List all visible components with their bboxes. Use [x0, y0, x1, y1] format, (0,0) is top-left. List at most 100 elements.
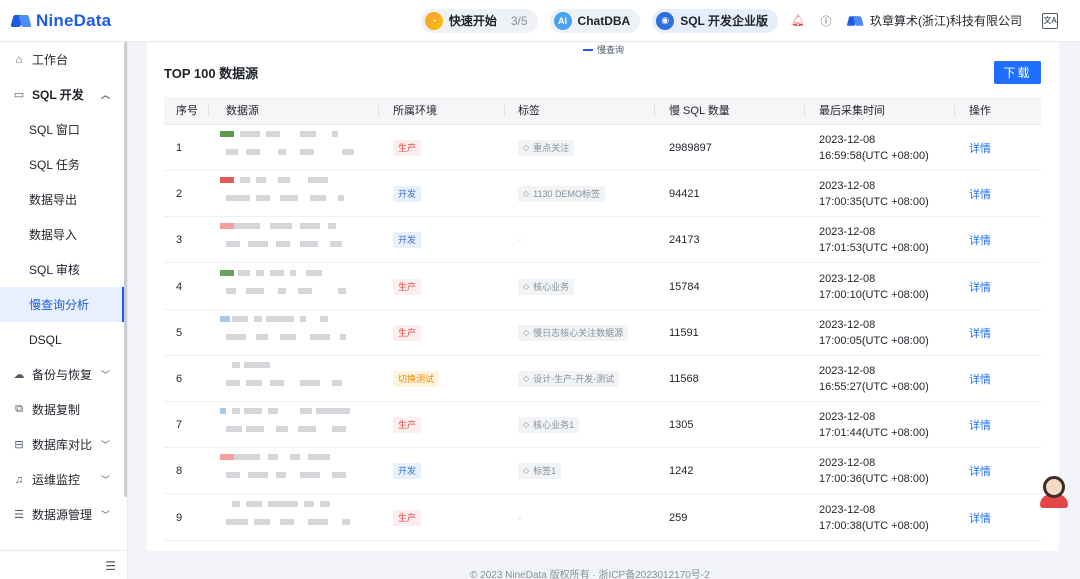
tag-icon: ◇	[523, 281, 530, 291]
collapse-menu-icon[interactable]: ☰	[105, 559, 116, 573]
sidebar-item-db-compare[interactable]: ⊟ 数据库对比 ﹀	[0, 427, 124, 462]
sidebar-item-label: DSQL	[29, 332, 62, 347]
copy-icon: ⧉	[15, 403, 23, 415]
tag-text: 核心业务	[533, 281, 570, 292]
collect-date: 2023-12-08	[819, 318, 876, 331]
ninedata-logo-icon	[12, 12, 32, 30]
last-collect-time: 2023-12-08 17:00:05(UTC +08:00)	[819, 310, 929, 356]
column-divider	[654, 105, 655, 117]
cloud-icon: ☁	[13, 369, 25, 381]
tag-text: 重点关注	[533, 143, 570, 153]
tag-text: 慢日志核心关注数据源	[533, 327, 624, 338]
details-link[interactable]: 详情	[969, 186, 991, 202]
last-collect-time: 2023-12-08 16:55:27(UTC +08:00)	[819, 356, 929, 402]
tag-icon: ◇	[523, 327, 530, 337]
slow-sql-count: 15784	[669, 280, 700, 293]
chatdba-label: ChatDBA	[577, 13, 631, 28]
download-button[interactable]: 下载	[994, 61, 1041, 84]
sidebar-item-label: 数据库对比	[32, 438, 93, 452]
sidebar-scrollbar[interactable]	[124, 42, 127, 497]
chart-legend-hint: 慢查询	[583, 43, 624, 56]
page-title: TOP 100 数据源	[164, 66, 259, 81]
env-badge: 开发	[393, 186, 422, 203]
datasource-name-redacted	[220, 454, 366, 490]
sidebar-item-sql-dev[interactable]: ▭ SQL 开发 ︿	[0, 77, 124, 112]
last-collect-time: 2023-12-08 17:00:10(UTC +08:00)	[819, 264, 929, 310]
sql-edition-button[interactable]: ◉ SQL 开发企业版	[652, 8, 778, 33]
sidebar-item-data-export[interactable]: 数据导出	[0, 182, 124, 217]
details-link[interactable]: 详情	[969, 371, 991, 387]
datasource-name-redacted	[220, 362, 366, 398]
sidebar-item-backup[interactable]: ☁ 备份与恢复 ﹀	[0, 357, 124, 392]
help-icon[interactable]: ⓘ	[818, 13, 834, 29]
sidebar-item-datasource[interactable]: ☰ 数据源管理 ﹀	[0, 497, 124, 532]
details-link[interactable]: 详情	[969, 279, 991, 295]
env-badge: 生产	[393, 140, 422, 156]
sidebar-item-sql-review[interactable]: SQL 审核	[0, 252, 124, 287]
tag-label: ◇ 设计-生产-开发-测试	[518, 371, 620, 387]
collect-time: 17:01:53(UTC +08:00)	[819, 242, 929, 255]
main-panel: 慢查询 TOP 100 数据源 下载 序号 数据源 所属环境 标签 慢 SQL …	[147, 42, 1059, 551]
sidebar-item-sql-window[interactable]: SQL 窗口	[0, 112, 124, 147]
env-badge: 生产	[393, 278, 422, 295]
details-link[interactable]: 详情	[969, 463, 991, 479]
slow-sql-count: 1305	[669, 419, 694, 432]
datasource-name-redacted	[220, 269, 366, 306]
collect-time: 17:00:10(UTC +08:00)	[819, 288, 929, 301]
details-link[interactable]: 详情	[969, 140, 991, 156]
notification-bell-icon[interactable]: 🔔︎	[790, 13, 806, 29]
env-badge: 开发	[393, 232, 422, 249]
tag-label: ◇ 1130 DEMO标签	[518, 186, 606, 203]
sidebar-item-dsql[interactable]: DSQL	[0, 322, 124, 357]
collect-time: 17:00:05(UTC +08:00)	[819, 334, 929, 347]
slow-sql-count: 94421	[669, 188, 700, 201]
sidebar-item-data-import[interactable]: 数据导入	[0, 217, 124, 252]
collect-date: 2023-12-08	[819, 272, 876, 285]
sidebar-item-label: 数据源管理	[32, 508, 93, 522]
sidebar-item-sql-task[interactable]: SQL 任务	[0, 147, 124, 182]
column-header-slow-sql-count: 慢 SQL 数量	[669, 105, 730, 117]
chevron-down-icon: ﹀	[100, 370, 110, 380]
home-icon: ⌂	[15, 53, 23, 66]
sidebar-item-slow-query[interactable]: 慢查询分析	[0, 287, 124, 322]
tag-icon: ◇	[523, 374, 530, 383]
column-divider	[378, 105, 379, 117]
sidebar-item-label: 备份与恢复	[32, 368, 93, 382]
details-link[interactable]: 详情	[969, 417, 991, 433]
sidebar-item-replication[interactable]: ⧉ 数据复制	[0, 392, 124, 427]
table-row: 9 生产 - 259 2023-12-08 17:00:38(UTC +08:00) 详情	[164, 495, 1041, 541]
quick-start-button[interactable]: ◔ 快速开始 3/5	[420, 8, 538, 33]
datasource-name-redacted	[220, 500, 366, 537]
sidebar-item-monitoring[interactable]: ♫ 运维监控 ﹀	[0, 462, 124, 497]
chatdba-button[interactable]: AI ChatDBA	[549, 8, 641, 33]
collect-date: 2023-12-08	[819, 365, 876, 377]
tag-label: ◇ 核心业务1	[518, 417, 580, 434]
details-link[interactable]: 详情	[969, 325, 991, 341]
row-index: 2	[176, 188, 183, 201]
row-index: 3	[176, 234, 183, 247]
logo-text: NineData	[36, 10, 112, 30]
last-collect-time: 2023-12-08 17:00:36(UTC +08:00)	[819, 448, 929, 494]
org-logo-icon	[848, 13, 864, 27]
sidebar-footer: ☰	[0, 550, 127, 579]
details-link[interactable]: 详情	[969, 232, 991, 248]
datasource-name-redacted	[220, 408, 366, 444]
support-assistant-avatar[interactable]	[1039, 474, 1069, 508]
organization-switcher[interactable]: 玖章算术(浙江)科技有限公司	[846, 12, 1022, 30]
details-link[interactable]: 详情	[969, 510, 991, 526]
tag-icon: ◇	[523, 143, 530, 152]
last-collect-time: 2023-12-08 17:00:38(UTC +08:00)	[819, 495, 929, 541]
chevron-down-icon: ﹀	[100, 475, 110, 485]
last-collect-time: 2023-12-08 17:01:53(UTC +08:00)	[819, 217, 929, 263]
language-icon[interactable]: 文A	[1042, 12, 1058, 29]
column-divider	[804, 105, 805, 117]
top-bar: NineData ◔ 快速开始 3/5 AI ChatDBA ◉ SQL 开发企…	[0, 0, 1080, 42]
ai-icon: AI	[553, 11, 572, 30]
bell-icon: ♫	[14, 473, 24, 486]
logo[interactable]: NineData	[12, 11, 111, 31]
column-header-last-collect: 最后采集时间	[819, 105, 885, 117]
column-header-datasource: 数据源	[226, 105, 259, 117]
collect-time: 17:00:35(UTC +08:00)	[819, 196, 929, 209]
collect-time: 17:00:36(UTC +08:00)	[819, 473, 929, 486]
sidebar-item-workbench[interactable]: ⌂ 工作台	[0, 42, 124, 77]
